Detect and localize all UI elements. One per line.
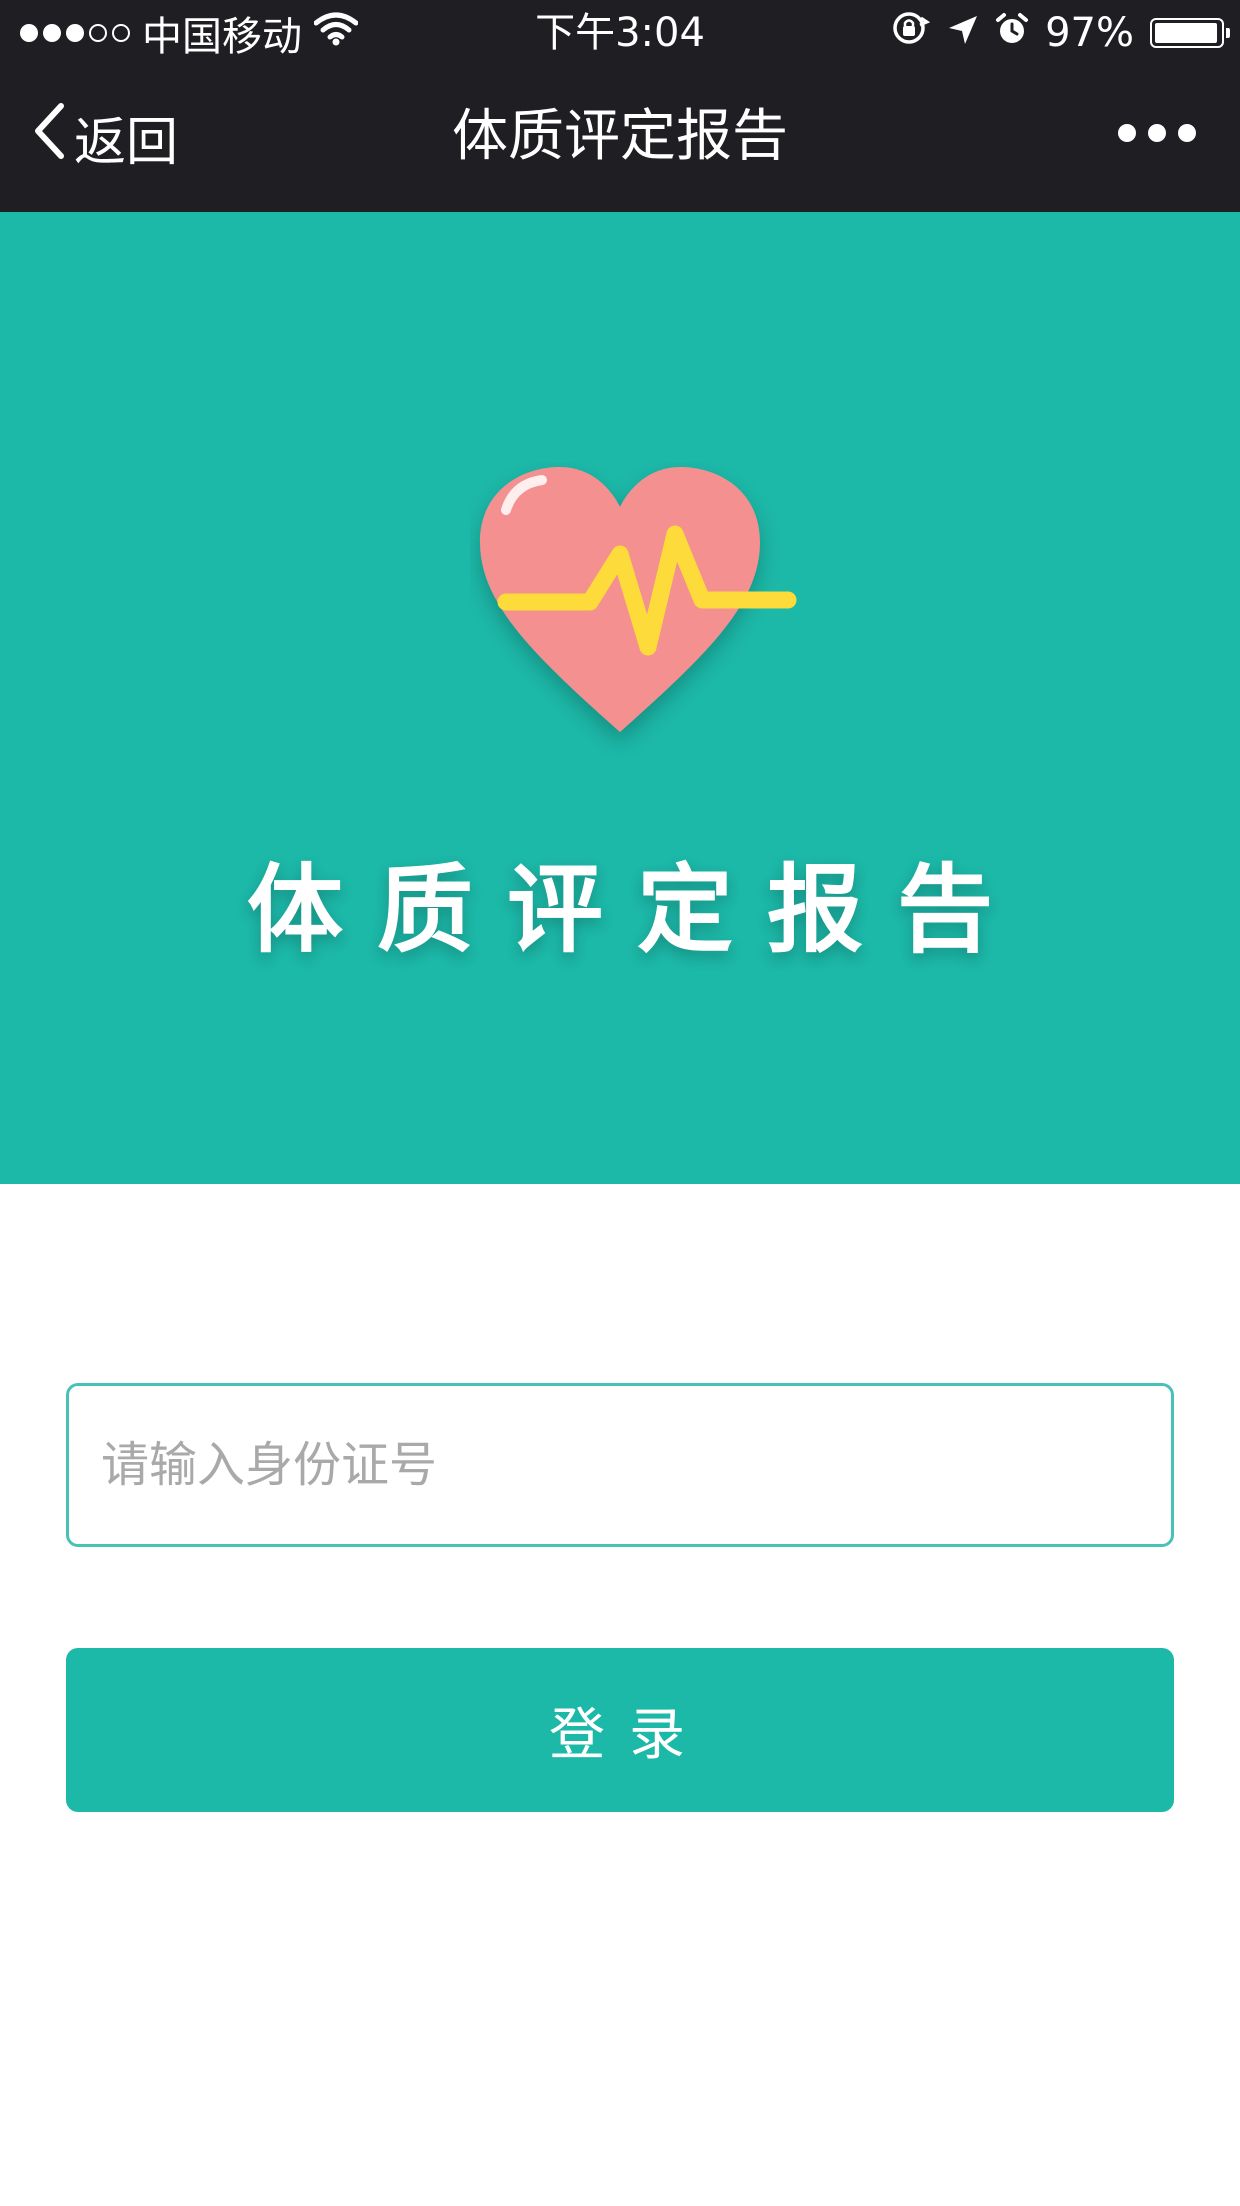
login-button[interactable]: 登录 [66,1648,1174,1812]
nav-bar: 返回 体质评定报告 [0,66,1240,212]
more-dot [1118,124,1136,142]
more-dot [1178,124,1196,142]
nav-title: 体质评定报告 [452,104,788,169]
hero-title: 体质评定报告 [247,853,1027,966]
alarm-icon [995,10,1029,56]
top-bar: 中国移动 下午3:04 97% 返回 体质评定报告 [0,0,1240,212]
hero-banner: 体质评定报告 [0,212,1240,1184]
battery-icon [1150,18,1230,48]
battery-fill [1155,23,1218,43]
id-number-input[interactable] [66,1383,1174,1547]
screen: 中国移动 下午3:04 97% 返回 体质评定报告 体质评定报告 请输入身份证号… [0,0,1240,2206]
status-right: 97% [891,8,1230,58]
orientation-lock-icon [891,10,931,56]
more-dot [1148,124,1166,142]
status-bar: 中国移动 下午3:04 97% [0,0,1240,66]
battery-percent: 97% [1045,10,1134,56]
more-dots-icon[interactable] [1118,124,1196,142]
heart-pulse-icon [480,467,797,732]
location-arrow-icon [947,10,979,56]
